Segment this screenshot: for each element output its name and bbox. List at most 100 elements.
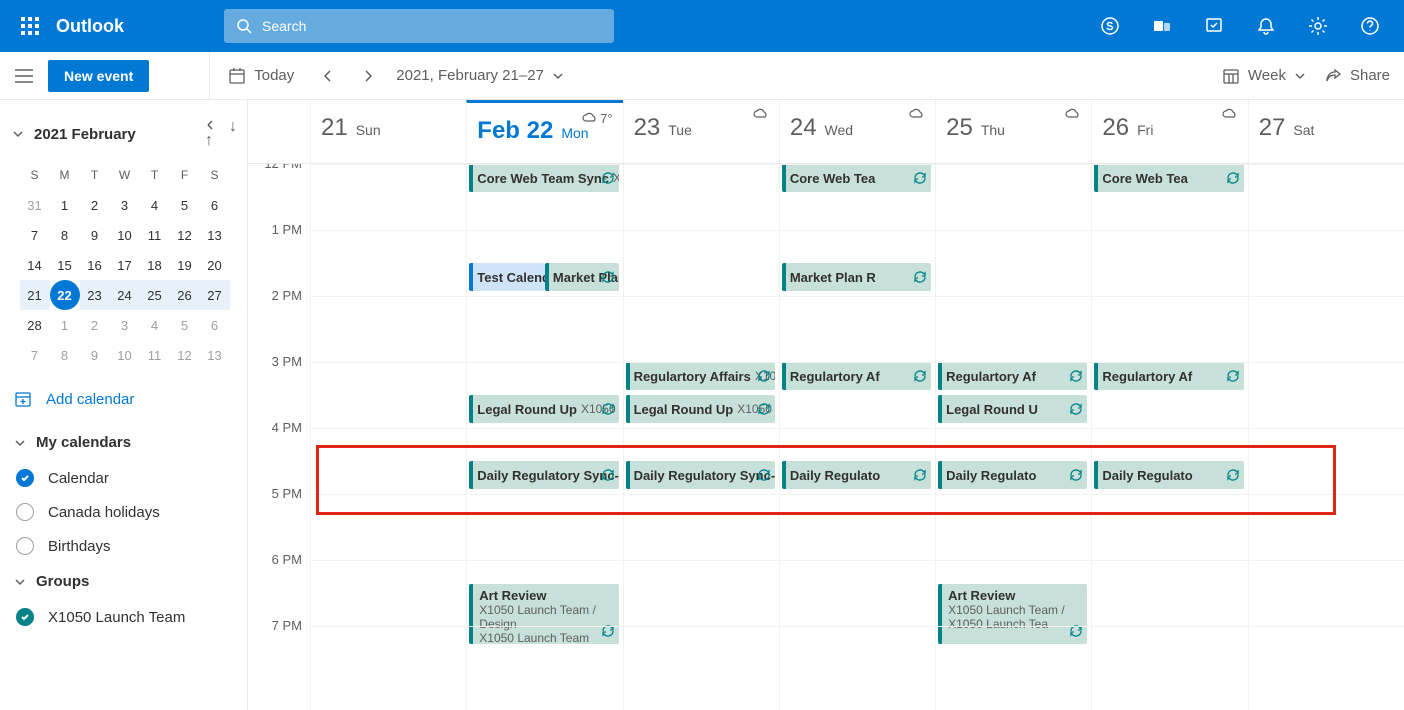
calendar-checkbox[interactable] [16,608,34,626]
day-header[interactable]: 27Sat [1248,100,1404,163]
minical-day[interactable]: 25 [140,280,170,310]
minical-day[interactable]: 13 [200,220,230,250]
day-column[interactable]: Regulartory Af Legal Round U Daily Regulat… [935,164,1091,710]
minical-day[interactable]: 10 [110,220,140,250]
app-launcher-icon[interactable] [10,6,50,46]
minical-day[interactable]: 5 [170,190,200,220]
minical-day[interactable]: 31 [20,190,50,220]
day-header[interactable]: 23Tue [623,100,779,163]
calendar-event[interactable]: Art ReviewX1050 Launch Team /X1050 Launc… [938,584,1087,644]
day-column[interactable]: Core Web Tea Market Plan R Regulartory Af D… [779,164,935,710]
minical-day[interactable]: 6 [200,310,230,340]
today-button[interactable]: Today [214,67,308,85]
tips-icon[interactable] [1190,2,1238,50]
day-column[interactable]: Core Web Tea Regulartory Af Daily Regulato [1091,164,1247,710]
calendar-event[interactable]: Daily Regulatory Sync-UpCc [469,461,618,489]
minical-day[interactable]: 28 [20,310,50,340]
teams-icon[interactable] [1138,2,1186,50]
calendar-event[interactable]: Legal Round UpX1050 Launch [469,395,618,423]
calendar-event[interactable]: Legal Round U [938,395,1087,423]
calendar-event[interactable]: Daily Regulatory Sync-U [626,461,775,489]
minical-day[interactable]: 10 [110,340,140,370]
minical-day[interactable]: 19 [170,250,200,280]
minical-day[interactable]: 12 [170,340,200,370]
minical-day[interactable]: 7 [20,220,50,250]
minical-day[interactable]: 8 [50,220,80,250]
minical-day[interactable]: 15 [50,250,80,280]
minical-day[interactable]: 17 [110,250,140,280]
calendar-item[interactable]: Birthdays [10,529,239,563]
minical-day[interactable]: 1 [50,310,80,340]
search-input[interactable] [262,18,602,34]
minical-day[interactable]: 24 [110,280,140,310]
minical-day[interactable]: 16 [80,250,110,280]
calendar-checkbox[interactable] [16,537,34,555]
minical-day[interactable]: 12 [170,220,200,250]
calendar-event[interactable]: Legal Round UpX1050 L [626,395,775,423]
minical-day[interactable]: 9 [80,340,110,370]
day-column[interactable] [310,164,466,710]
minical-day[interactable]: 26 [170,280,200,310]
minical-day[interactable]: 8 [50,340,80,370]
minical-day[interactable]: 21 [20,280,50,310]
minical-day[interactable]: 11 [140,220,170,250]
calendar-event[interactable]: Daily Regulato [938,461,1087,489]
prev-week-button[interactable] [308,68,348,84]
minical-day[interactable]: 20 [200,250,230,280]
calendar-event[interactable]: Daily Regulato [1094,461,1243,489]
calendar-event[interactable]: Core Web Tea [782,164,931,192]
day-header[interactable]: Feb 22Mon7° [466,100,622,163]
day-column[interactable]: Regulartory AffairsX105 Legal Round UpX10… [623,164,779,710]
help-icon[interactable] [1346,2,1394,50]
minical-day[interactable]: 3 [110,310,140,340]
add-calendar-button[interactable]: Add calendar [10,370,239,424]
calendar-item[interactable]: Canada holidays [10,495,239,529]
minical-day[interactable]: 5 [170,310,200,340]
calendar-event[interactable]: Regulartory Af [782,362,931,390]
menu-toggle-icon[interactable] [0,69,48,83]
calendar-event[interactable]: Core Web Tea [1094,164,1243,192]
minical-day[interactable]: 7 [20,340,50,370]
settings-icon[interactable] [1294,2,1342,50]
my-calendars-section[interactable]: My calendars [10,424,239,461]
search-box[interactable] [224,9,614,43]
minical-day[interactable]: 3 [110,190,140,220]
minical-day[interactable]: 2 [80,310,110,340]
calendar-item[interactable]: X1050 Launch Team [10,600,239,634]
minical-day[interactable]: 27 [200,280,230,310]
share-button[interactable]: Share [1324,67,1390,85]
day-column[interactable]: Core Web Team SyncX1050 LTest CalendarMa… [466,164,622,710]
calendar-checkbox[interactable] [16,503,34,521]
chevron-down-icon[interactable] [12,128,24,140]
day-header[interactable]: 24Wed [779,100,935,163]
date-range-picker[interactable]: 2021, February 21–27 [396,67,564,84]
day-header[interactable]: 25Thu [935,100,1091,163]
calendar-event[interactable]: Market Plan [545,263,619,291]
minical-prev-button[interactable]: ↑ [205,118,219,150]
minical-day[interactable]: 18 [140,250,170,280]
calendar-checkbox[interactable] [16,469,34,487]
skype-icon[interactable] [1086,2,1134,50]
calendar-event[interactable]: Market Plan R [782,263,931,291]
calendar-event[interactable]: Regulartory Af [1094,362,1243,390]
minical-day[interactable]: 1 [50,190,80,220]
calendar-event[interactable]: Regulartory AffairsX105 [626,362,775,390]
new-event-button[interactable]: New event [48,60,149,92]
calendar-event[interactable]: Daily Regulato [782,461,931,489]
minical-day[interactable]: 4 [140,310,170,340]
calendar-item[interactable]: Calendar [10,461,239,495]
next-week-button[interactable] [348,68,388,84]
calendar-event[interactable]: Core Web Team SyncX1050 L [469,164,618,192]
minical-day[interactable]: 6 [200,190,230,220]
minical-day[interactable]: 2 [80,190,110,220]
groups-section[interactable]: Groups [10,563,239,600]
minical-day[interactable]: 14 [20,250,50,280]
calendar-event[interactable]: Regulartory Af [938,362,1087,390]
calendar-event[interactable]: Art ReviewX1050 Launch Team / DesignX105… [469,584,618,644]
minical-day[interactable]: 23 [80,280,110,310]
day-header[interactable]: 26Fri [1091,100,1247,163]
minical-day[interactable]: 13 [200,340,230,370]
minical-day[interactable]: 9 [80,220,110,250]
day-column[interactable] [1248,164,1404,710]
view-selector[interactable]: Week [1222,67,1306,85]
